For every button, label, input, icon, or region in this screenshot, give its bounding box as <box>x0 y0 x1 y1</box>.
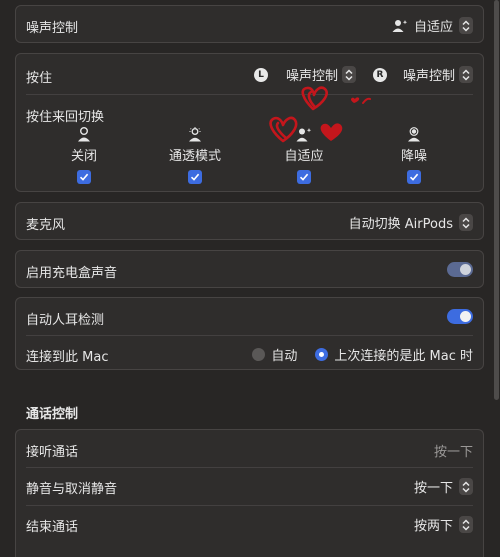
call-controls-panel: 接听通话 按一下 静音与取消静音 按一下 结束通话 按两下 <box>15 429 484 557</box>
person-sparkle-icon <box>392 19 408 32</box>
right-bud-value[interactable]: 噪声控制 <box>403 65 455 84</box>
right-bud-badge: R <box>372 67 387 82</box>
microphone-panel: 麦克风 自动切换 AirPods <box>15 202 484 240</box>
mode-transparency-label: 通透模式 <box>168 149 221 164</box>
mode-transparency-checkbox[interactable] <box>188 170 202 184</box>
noise-control-panel: 噪声控制 自适应 <box>15 5 484 43</box>
mode-adaptive-label: 自适应 <box>284 149 324 164</box>
mode-noise-cancel: 降噪 <box>392 127 436 184</box>
radio-last-connected[interactable] <box>315 348 329 361</box>
microphone-label: 麦克风 <box>26 218 66 233</box>
mode-noise-cancel-label: 降噪 <box>400 149 427 164</box>
ear-detection-label: 自动人耳检测 <box>26 313 105 328</box>
mode-off: 关闭 <box>62 127 106 184</box>
right-stepper-icon[interactable] <box>459 66 473 83</box>
case-sound-toggle[interactable] <box>447 262 473 277</box>
stepper-icon <box>459 17 473 34</box>
case-sound-label: 启用充电盒声音 <box>26 266 118 281</box>
left-bud-badge: L <box>253 67 268 82</box>
left-stepper-icon[interactable] <box>341 66 356 83</box>
radio-auto-label[interactable]: 自动 <box>271 345 297 364</box>
mode-noise-cancel-checkbox[interactable] <box>407 170 421 184</box>
noise-control-popup[interactable]: 自适应 <box>392 16 473 35</box>
press-hold-panel: 按住 L 噪声控制 R 噪声控制 按住来回切换 关闭 通透模式 自适应 降噪 <box>15 53 484 192</box>
scrollbar[interactable] <box>494 0 499 400</box>
heart-stickers-decoration <box>269 86 371 143</box>
mode-adaptive-checkbox[interactable] <box>297 170 311 184</box>
radio-last-connected-label[interactable]: 上次连接的是此 Mac 时 <box>334 345 473 364</box>
call-controls-title: 通话控制 <box>26 407 79 422</box>
divider <box>26 505 473 506</box>
noise-control-value: 自适应 <box>413 20 453 35</box>
connect-mac-options: 自动 上次连接的是此 Mac 时 <box>252 345 473 364</box>
stepper-icon <box>459 214 473 231</box>
toggle-knob <box>460 264 471 275</box>
ear-detection-toggle[interactable] <box>447 309 473 324</box>
microphone-popup[interactable]: 自动切换 AirPods <box>349 213 473 232</box>
left-bud-value[interactable]: 噪声控制 <box>286 65 338 84</box>
mute-popup[interactable]: 按一下 <box>414 477 473 496</box>
stepper-icon <box>459 516 473 533</box>
microphone-value: 自动切换 AirPods <box>348 217 453 232</box>
connect-mac-label: 连接到此 Mac <box>26 350 109 365</box>
transparency-icon <box>189 127 201 142</box>
stepper-icon <box>459 478 473 495</box>
press-hold-controls: L 噪声控制 R 噪声控制 <box>253 65 473 84</box>
mode-transparency: 通透模式 <box>164 127 226 184</box>
divider <box>26 467 473 468</box>
divider <box>26 335 473 336</box>
radio-auto[interactable] <box>252 348 266 361</box>
answer-call-value: 按一下 <box>433 445 473 460</box>
ear-detection-panel: 自动人耳检测 连接到此 Mac 自动 上次连接的是此 Mac 时 <box>15 297 484 370</box>
press-hold-label: 按住 <box>26 71 53 86</box>
noise-cancel-icon <box>408 127 420 142</box>
mute-label: 静音与取消静音 <box>26 482 118 497</box>
end-call-value: 按两下 <box>413 519 453 534</box>
answer-call-label: 接听通话 <box>26 445 79 460</box>
toggle-knob <box>460 311 471 322</box>
end-call-label: 结束通话 <box>26 520 79 535</box>
mode-off-checkbox[interactable] <box>77 170 91 184</box>
end-call-popup[interactable]: 按两下 <box>414 515 473 534</box>
case-sound-panel: 启用充电盒声音 <box>15 250 484 288</box>
mute-value: 按一下 <box>413 481 453 496</box>
mode-off-label: 关闭 <box>70 149 97 164</box>
divider <box>26 94 473 95</box>
noise-control-label: 噪声控制 <box>26 21 79 36</box>
person-icon <box>78 127 90 142</box>
cycle-label: 按住来回切换 <box>26 110 105 125</box>
